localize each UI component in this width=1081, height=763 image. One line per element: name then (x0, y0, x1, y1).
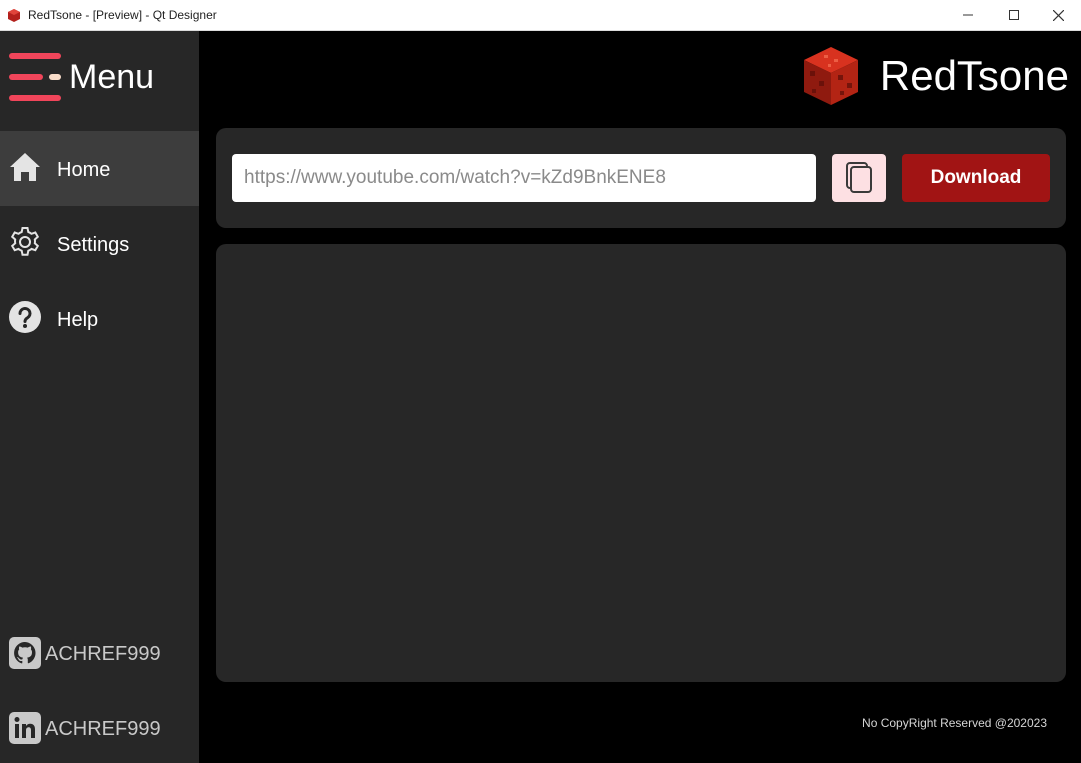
sidebar-item-settings[interactable]: Settings (0, 206, 199, 281)
home-icon (10, 153, 40, 181)
minimize-button[interactable] (945, 0, 991, 30)
linkedin-link[interactable]: ACHREF999 (0, 708, 199, 748)
url-input[interactable] (232, 154, 816, 202)
copy-icon (846, 162, 872, 193)
app-icon (8, 9, 20, 22)
url-panel: Download (216, 128, 1066, 228)
sidebar: Menu Home Settings Help ACHREF999 ACHREF… (0, 31, 199, 763)
minimize-icon (963, 14, 973, 16)
sidebar-item-help[interactable]: Help (0, 281, 199, 356)
paste-button[interactable] (832, 154, 886, 202)
menu-toggle[interactable]: Menu (0, 31, 199, 129)
close-icon (1052, 9, 1064, 21)
sidebar-item-label: Home (57, 159, 111, 181)
linkedin-icon (9, 712, 41, 744)
menu-label: Menu (69, 58, 155, 96)
brand-name: RedTsone (879, 52, 1069, 99)
github-link[interactable]: ACHREF999 (0, 633, 199, 673)
download-button[interactable]: Download (902, 154, 1050, 202)
brand-header: RedTsone (800, 43, 1069, 109)
redstone-cube-logo (803, 47, 858, 105)
sidebar-item-label: Settings (57, 234, 130, 256)
content-panel (216, 244, 1066, 682)
close-button[interactable] (1035, 0, 1081, 30)
github-username: ACHREF999 (45, 643, 161, 665)
sidebar-item-label: Help (57, 309, 99, 331)
sidebar-item-home[interactable]: Home (0, 131, 199, 206)
title-bar[interactable]: RedTsone - [Preview] - Qt Designer (0, 0, 1081, 31)
window-title: RedTsone - [Preview] - Qt Designer (28, 8, 217, 22)
gear-icon (10, 227, 40, 256)
help-icon (9, 301, 41, 333)
footer-copyright: No CopyRight Reserved @202023 (862, 716, 1047, 730)
github-icon (9, 637, 41, 669)
hamburger-menu-icon (9, 53, 61, 101)
maximize-button[interactable] (991, 0, 1037, 30)
linkedin-username: ACHREF999 (45, 718, 161, 740)
maximize-icon (1009, 10, 1019, 20)
app-window: RedTsone - [Preview] - Qt Designer Menu … (0, 0, 1081, 763)
